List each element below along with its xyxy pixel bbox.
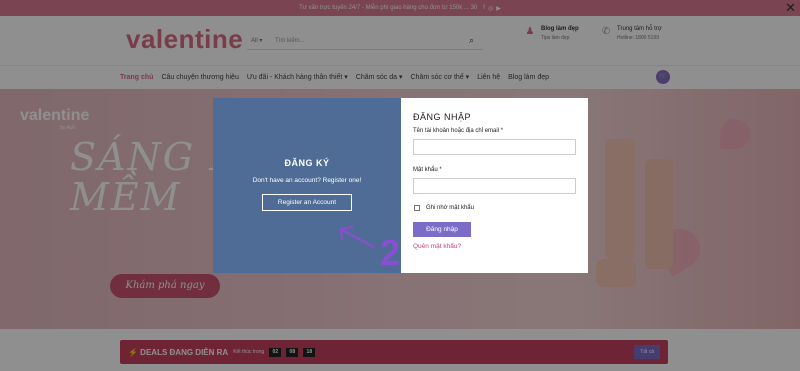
annotation-number: 2 bbox=[380, 232, 400, 271]
login-title: ĐĂNG NHẬP bbox=[413, 112, 472, 122]
username-field[interactable] bbox=[413, 139, 576, 155]
register-subtitle: Don't have an account? Register one! bbox=[252, 177, 362, 184]
forgot-password-link[interactable]: Quên mật khẩu? bbox=[413, 243, 461, 250]
remember-checkbox[interactable] bbox=[414, 205, 420, 211]
password-label: Mật khẩu * bbox=[413, 167, 442, 173]
arrow-shaft bbox=[340, 228, 376, 249]
register-account-button[interactable]: Register an Account bbox=[262, 194, 352, 211]
register-title: ĐĂNG KÝ bbox=[284, 158, 330, 168]
password-field[interactable] bbox=[413, 178, 576, 194]
login-button[interactable]: Đăng nhập bbox=[413, 222, 471, 237]
remember-label: Ghi nhớ mật khẩu bbox=[426, 205, 474, 211]
username-label: Tên tài khoản hoặc địa chỉ email * bbox=[413, 128, 504, 134]
login-panel: ĐĂNG NHẬP Tên tài khoản hoặc địa chỉ ema… bbox=[401, 98, 588, 273]
annotation-arrow: 2 bbox=[339, 225, 400, 271]
